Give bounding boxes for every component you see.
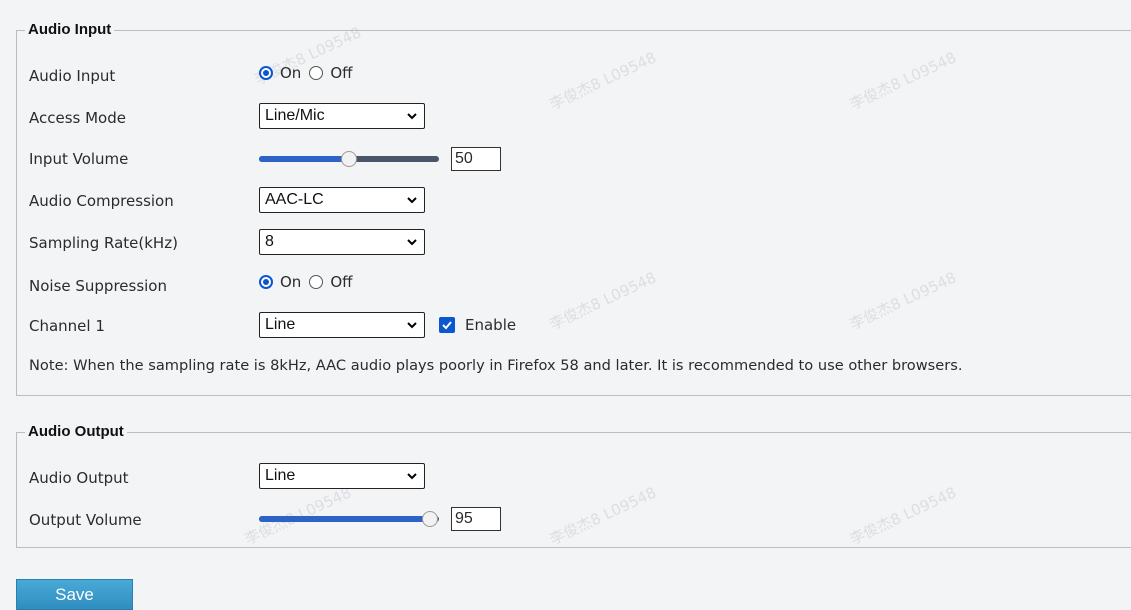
audio-input-on-label: On [280,64,302,82]
noise-suppression-radio-group: On Off [259,273,360,291]
audio-output-value: Line [265,467,296,484]
sampling-rate-select[interactable]: 8 [259,229,425,255]
audio-output-label: Audio Output [29,469,129,487]
audio-input-off-label: Off [330,64,353,82]
audio-input-on-radio[interactable] [259,66,273,80]
sampling-rate-note: Note: When the sampling rate is 8kHz, AA… [29,357,963,374]
slider-fill [259,156,349,162]
sampling-rate-value: 8 [265,233,274,250]
noise-suppression-off-radio[interactable] [309,275,324,289]
slider-thumb[interactable] [341,151,357,167]
output-volume-slider[interactable] [259,511,439,527]
audio-output-section: Audio Output Audio Output Line Output Vo… [16,423,1131,548]
noise-suppression-label: Noise Suppression [29,277,167,295]
channel1-select[interactable]: Line [259,312,425,338]
output-volume-label: Output Volume [29,511,142,529]
audio-compression-value: AAC-LC [265,191,324,208]
input-volume-field[interactable]: 50 [451,147,501,171]
input-volume-slider[interactable] [259,151,439,167]
noise-suppression-on-label: On [280,273,302,291]
chevron-down-icon [407,473,417,480]
audio-input-off-radio[interactable] [309,66,324,80]
audio-input-section: Audio Input Audio Input On Off Access Mo… [16,21,1131,396]
chevron-down-icon [407,113,417,120]
access-mode-value: Line/Mic [265,107,325,124]
slider-fill [259,516,430,522]
audio-compression-select[interactable]: AAC-LC [259,187,425,213]
input-volume-label: Input Volume [29,150,129,168]
audio-input-radio-group: On Off [259,64,360,82]
channel1-label: Channel 1 [29,317,105,335]
access-mode-label: Access Mode [29,109,126,127]
chevron-down-icon [407,197,417,204]
checkmark-icon [442,321,452,330]
access-mode-select[interactable]: Line/Mic [259,103,425,129]
channel1-value: Line [265,316,296,333]
audio-output-select[interactable]: Line [259,463,425,489]
sampling-rate-label: Sampling Rate(kHz) [29,234,178,252]
slider-thumb[interactable] [422,511,438,527]
channel1-enable-checkbox[interactable] [439,317,455,333]
audio-input-label: Audio Input [29,67,116,85]
chevron-down-icon [407,322,417,329]
noise-suppression-on-radio[interactable] [259,275,273,289]
save-button[interactable]: Save [16,579,133,610]
channel1-enable-label: Enable [465,316,517,334]
audio-output-legend: Audio Output [25,423,127,441]
audio-input-legend: Audio Input [25,21,115,39]
chevron-down-icon [407,239,417,246]
output-volume-field[interactable]: 95 [451,507,501,531]
noise-suppression-off-label: Off [330,273,353,291]
audio-compression-label: Audio Compression [29,192,174,210]
